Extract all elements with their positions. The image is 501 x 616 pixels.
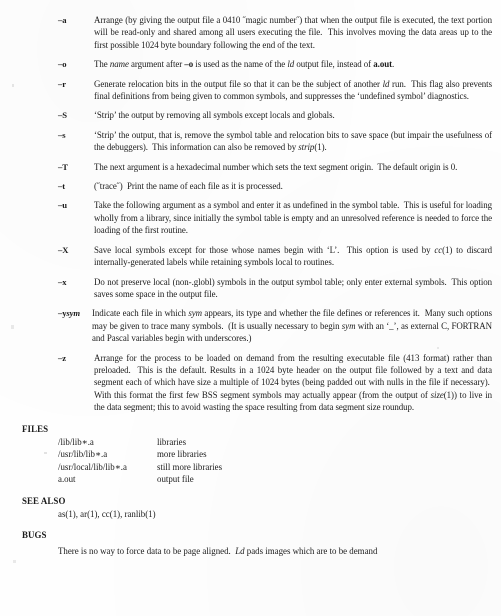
option-description: Generate relocation bits in the output f…: [94, 78, 493, 102]
option-flag: –T: [58, 161, 68, 172]
option-entry: –X Save local symbols except for those w…: [0, 244, 501, 269]
option-description: Take the following argument as a symbol …: [94, 200, 492, 236]
option-flag: –x: [58, 276, 67, 287]
option-entry: –z Arrange for the process to be loaded …: [0, 352, 501, 414]
italic-term: ld: [382, 78, 390, 89]
option-flag: –r: [58, 78, 66, 89]
table-row: /lib/lib∗.a libraries: [58, 436, 222, 448]
option-entry: –a Arrange (by giving the output file a …: [0, 14, 501, 51]
italic-term: sym: [188, 308, 202, 319]
see-also-body: as(1), ar(1), cc(1), ranlib(1): [58, 509, 156, 519]
table-row: /usr/local/lib/lib∗.a still more librari…: [58, 461, 222, 473]
option-entry: –o The name argument after –o is used as…: [0, 58, 501, 70]
option-flag: –S: [58, 110, 67, 121]
italic-term: size: [430, 389, 444, 400]
option-flag: –X: [58, 244, 69, 255]
option-flag: –u: [58, 200, 67, 211]
option-entry: –s ‘Strip’ the output, that is, remove t…: [0, 129, 501, 154]
file-description: libraries: [157, 436, 187, 447]
option-entry: –ysym Indicate each file in which sym ap…: [0, 307, 501, 344]
scan-speck: [13, 560, 16, 563]
option-description: Arrange (by giving the output file a 041…: [94, 15, 492, 50]
option-flag: –t: [58, 181, 65, 192]
options-list: –a Arrange (by giving the output file a …: [0, 0, 501, 414]
option-flag: –ysym: [58, 307, 92, 319]
file-description: more libraries: [157, 449, 207, 460]
bugs-text-start: There is no way to force data to be page…: [58, 545, 231, 556]
file-path: a.out: [58, 474, 76, 485]
option-description: Save local symbols except for those whos…: [94, 244, 492, 268]
option-flag: –z: [58, 352, 66, 363]
italic-term: Ld: [235, 545, 245, 556]
option-entry: –t (˝trace˝) Print the name of each file…: [0, 180, 501, 192]
option-description: (˝trace˝) Print the name of each file as…: [94, 181, 283, 192]
italic-term: cc: [434, 244, 443, 255]
option-flag: –s: [58, 129, 66, 140]
bold-flag-ref: –o: [184, 59, 194, 70]
option-flag: –o: [58, 59, 67, 70]
option-entry: –u Take the following argument as a symb…: [0, 199, 501, 236]
table-row: /usr/lib/lib∗.a more libraries: [58, 448, 222, 460]
section-heading-bugs: BUGS: [22, 530, 47, 541]
bugs-text-end: pads images which are to be demand: [246, 545, 378, 556]
scanned-page: –a Arrange (by giving the output file a …: [0, 0, 501, 616]
option-description: Do not preserve local (non-.globl) symbo…: [94, 276, 493, 299]
option-entry: –T The next argument is a hexadecimal nu…: [0, 161, 501, 173]
option-description: Arrange for the process to be loaded on …: [94, 352, 492, 413]
option-description: Indicate each file in which sym appears,…: [92, 308, 492, 344]
option-description: ‘Strip’ the output by removing all symbo…: [94, 110, 335, 121]
italic-term: name: [109, 59, 129, 70]
file-path: /lib/lib∗.a: [58, 436, 94, 447]
option-description: The next argument is a hexadecimal numbe…: [94, 161, 458, 172]
section-heading-files: FILES: [22, 423, 49, 434]
bold-term: a.out: [373, 59, 393, 70]
option-entry: –x Do not preserve local (non-.globl) sy…: [0, 276, 501, 301]
file-path: /usr/lib/lib∗.a: [58, 449, 108, 460]
option-flag-arg: sym: [66, 308, 80, 319]
italic-term: sym: [341, 320, 356, 331]
bugs-body: There is no way to force data to be page…: [58, 545, 492, 557]
option-entry: –r Generate relocation bits in the outpu…: [0, 78, 501, 103]
italic-term: strip: [298, 142, 315, 153]
file-description: output file: [157, 474, 194, 485]
file-path: /usr/local/lib/lib∗.a: [58, 461, 127, 472]
section-heading-see-also: SEE ALSO: [22, 495, 66, 506]
page-content: –a Arrange (by giving the output file a …: [0, 0, 501, 557]
option-description: ‘Strip’ the output, that is, remove the …: [94, 129, 492, 153]
option-flag: –a: [58, 15, 67, 25]
table-row: a.out output file: [58, 473, 222, 485]
option-description: The name argument after –o is used as th…: [94, 59, 395, 70]
italic-term: ld: [287, 59, 295, 70]
option-entry: –S ‘Strip’ the output by removing all sy…: [0, 109, 501, 121]
files-table: /lib/lib∗.a libraries /usr/lib/lib∗.a mo…: [58, 436, 222, 486]
file-description: still more libraries: [157, 461, 223, 472]
